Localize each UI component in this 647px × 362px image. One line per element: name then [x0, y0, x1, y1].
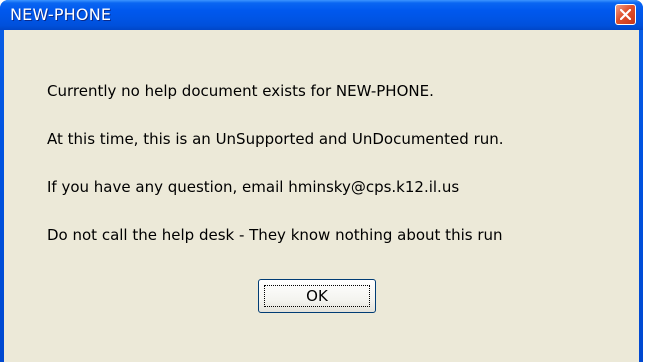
title-bar[interactable]: NEW-PHONE — [0, 0, 643, 30]
ok-button[interactable]: OK — [258, 279, 376, 313]
message-line-4: Do not call the help desk - They know no… — [47, 226, 503, 244]
dialog-body: Currently no help document exists for NE… — [4, 30, 639, 362]
message-line-1: Currently no help document exists for NE… — [47, 82, 434, 100]
message-line-2: At this time, this is an UnSupported and… — [47, 130, 504, 148]
message-line-3: If you have any question, email hminsky@… — [47, 178, 460, 196]
dialog-window: NEW-PHONE Currently no help document exi… — [0, 0, 643, 362]
window-title: NEW-PHONE — [10, 5, 112, 24]
close-button[interactable] — [615, 4, 636, 25]
close-icon — [620, 9, 631, 20]
ok-button-label: OK — [306, 287, 328, 305]
